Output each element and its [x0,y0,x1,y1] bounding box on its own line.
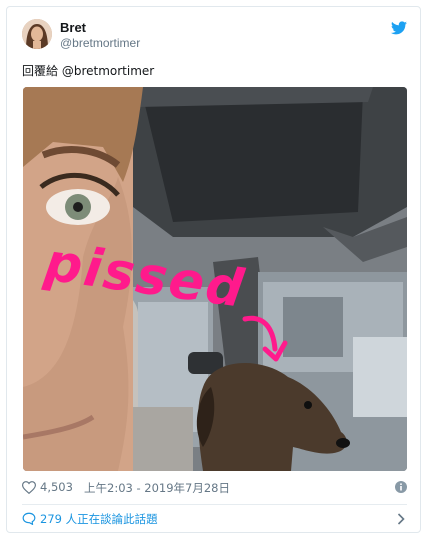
twitter-bird-icon[interactable] [391,21,407,35]
author-handle[interactable]: @bretmortimer [60,36,140,50]
tweet-meta: 4,503 上午2:03 - 2019年7月28日 [22,479,407,497]
speech-bubble-icon [22,512,36,525]
info-icon[interactable] [395,481,407,493]
tweet-timestamp[interactable]: 上午2:03 - 2019年7月28日 [84,480,230,496]
avatar[interactable] [22,19,52,49]
reply-to-link[interactable]: @bretmortimer [62,64,154,78]
author-name[interactable]: Bret [60,20,86,35]
reply-context: 回覆給 @bretmortimer [22,62,154,79]
conversation-text[interactable]: 279 人正在談論此話題 [40,511,158,527]
reply-prefix: 回覆給 [22,64,59,78]
conversation-link[interactable]: 279 人正在談論此話題 [22,510,407,528]
tweet-header: Bret @bretmortimer [22,19,407,53]
like-count[interactable]: 4,503 [40,480,73,494]
divider [22,504,407,505]
tweet-photo[interactable]: pissed [23,87,407,471]
heart-icon[interactable] [22,481,36,494]
embedded-tweet-card: Bret @bretmortimer 回覆給 @bretmortimer pis… [6,6,421,533]
chevron-right-icon [397,513,405,525]
